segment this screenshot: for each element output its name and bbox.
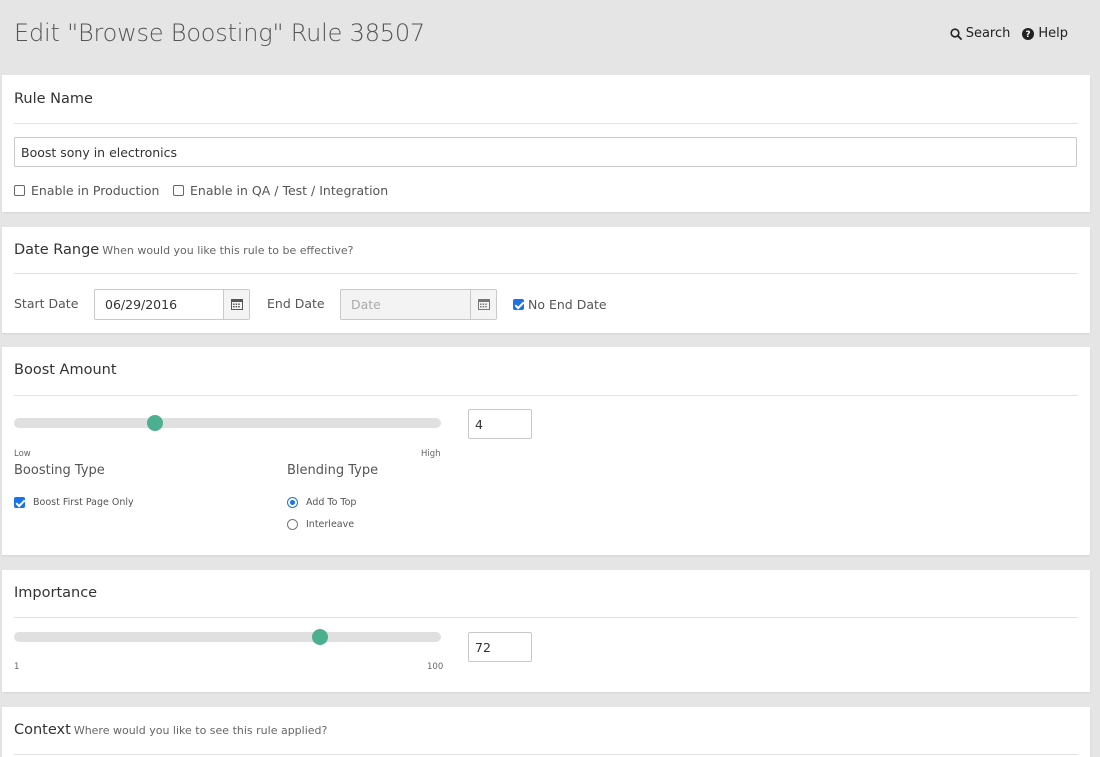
start-date-calendar-button[interactable] [223,290,249,319]
interleave-label: Interleave [306,519,355,530]
divider [14,273,1078,274]
blending-option-add-to-top[interactable]: Add To Top [287,497,356,508]
enable-qa-label: Enable in QA / Test / Integration [190,183,389,198]
search-link[interactable]: Search [950,26,1011,41]
date-range-subtitle: When would you like this rule to be effe… [102,244,354,257]
boost-amount-title: Boost Amount [14,362,117,378]
interleave-radio[interactable] [287,519,298,530]
blending-option-interleave[interactable]: Interleave [287,519,354,530]
importance-title: Importance [14,585,98,601]
boost-amount-slider-handle[interactable] [146,415,163,431]
end-date-calendar-button[interactable] [470,290,496,319]
enable-qa-box[interactable] [173,185,184,196]
calendar-icon [230,295,243,314]
context-title: Context Where would you like to see this … [14,722,327,738]
no-end-date-checkbox[interactable]: No End Date [513,297,607,312]
add-to-top-radio[interactable] [287,497,298,508]
boost-first-page-checkbox[interactable]: Boost First Page Only [14,497,134,508]
enable-production-checkbox[interactable]: Enable in Production [14,183,159,198]
end-date-label: End Date [267,296,325,311]
date-range-card: Date Range When would you like this rule … [2,227,1090,333]
divider [14,754,1078,755]
calendar-icon [477,295,490,314]
header-links: Search ? Help [950,26,1068,41]
boost-amount-input[interactable] [468,409,532,439]
context-card: Context Where would you like to see this … [2,707,1090,757]
end-date-input[interactable] [341,290,471,319]
context-subtitle: Where would you like to see this rule ap… [73,724,328,737]
boost-amount-slider[interactable] [14,415,441,431]
importance-slider[interactable] [14,629,441,645]
enable-production-box[interactable] [14,185,25,196]
rule-name-input[interactable] [14,137,1077,167]
date-range-title-text: Date Range [14,242,100,258]
divider [14,617,1078,618]
divider [14,123,1078,124]
importance-max-label: 100 [427,662,444,672]
page-title: Edit "Browse Boosting" Rule 38507 [14,19,425,47]
svg-text:?: ? [1026,30,1031,40]
slider-high-label: High [421,449,441,459]
blending-type-label: Blending Type [287,463,379,478]
add-to-top-label: Add To Top [306,497,357,508]
start-date-group [94,289,250,320]
importance-slider-handle[interactable] [312,629,329,645]
boosting-type-label: Boosting Type [14,463,105,478]
boost-first-page-box[interactable] [14,497,25,508]
boost-amount-card: Boost Amount Low High Boosting Type Boos… [2,347,1090,555]
date-range-title: Date Range When would you like this rule … [14,242,353,258]
page-header: Edit "Browse Boosting" Rule 38507 Search… [0,0,1100,74]
start-date-input[interactable] [95,290,224,319]
enable-production-label: Enable in Production [31,183,160,198]
boost-first-page-label: Boost First Page Only [33,497,134,508]
importance-min-label: 1 [14,662,20,672]
divider [14,395,1078,396]
rule-name-card: Rule Name Enable in Production Enable in… [2,75,1090,212]
question-circle-icon: ? [1022,27,1035,40]
slider-low-label: Low [14,449,31,459]
context-title-text: Context [14,722,71,738]
rule-name-title: Rule Name [14,91,93,107]
importance-card: Importance 1 100 [2,570,1090,692]
no-end-date-box[interactable] [513,299,524,310]
importance-input[interactable] [468,632,532,662]
end-date-group [340,289,497,320]
help-link-label: Help [1038,26,1068,41]
search-icon [950,27,962,40]
start-date-label: Start Date [14,296,79,311]
no-end-date-label: No End Date [528,297,607,312]
search-link-label: Search [965,26,1011,41]
enable-qa-checkbox[interactable]: Enable in QA / Test / Integration [173,183,388,198]
help-link[interactable]: ? Help [1022,26,1068,41]
